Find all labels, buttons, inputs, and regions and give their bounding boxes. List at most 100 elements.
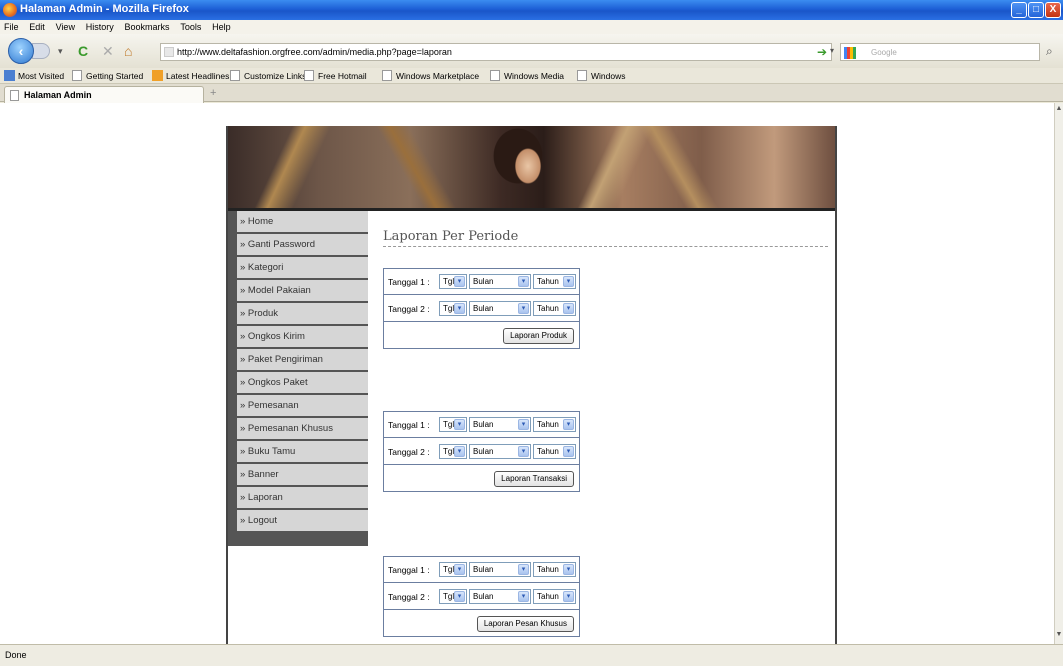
menu-help[interactable]: Help (212, 20, 231, 34)
report-form-produk: Tanggal 1 : Tgl ▾ Bulan ▾ Tahun ▾ Tanggal 2… (383, 268, 580, 349)
form-row-tanggal-2: Tanggal 2 : Tgl ▾ Bulan ▾ Tahun ▾ (384, 439, 579, 465)
menu-history[interactable]: History (86, 20, 114, 34)
menu-tools[interactable]: Tools (180, 20, 201, 34)
form-row-tanggal-2: Tanggal 2 : Tgl ▾ Bulan ▾ Tahun ▾ (384, 296, 579, 322)
tanggal-2-label: Tanggal 2 : (388, 592, 430, 602)
tgl-select[interactable]: Tgl ▾ (439, 444, 467, 459)
scroll-up-icon[interactable]: ▲ (1055, 105, 1063, 112)
chevron-down-icon: ▾ (454, 564, 465, 575)
menu-view[interactable]: View (56, 20, 75, 34)
tgl-select[interactable]: Tgl ▾ (439, 301, 467, 316)
bookmark-customize-links[interactable]: Customize Links (230, 70, 306, 82)
tahun-select[interactable]: Tahun ▾ (533, 562, 576, 577)
url-text[interactable]: http://www.deltafashion.orgfree.com/admi… (177, 47, 452, 57)
page-icon (304, 70, 314, 81)
close-button[interactable]: X (1045, 2, 1061, 18)
bookmark-windows-marketplace[interactable]: Windows Marketplace (382, 70, 479, 82)
bookmark-latest-headlines[interactable]: Latest Headlines (152, 70, 229, 82)
chevron-down-icon: ▾ (454, 303, 465, 314)
form-row-tanggal-2: Tanggal 2 : Tgl ▾ Bulan ▾ Tahun ▾ (384, 584, 579, 610)
window-title: Halaman Admin - Mozilla Firefox (20, 3, 189, 15)
new-tab-button[interactable]: + (210, 87, 216, 99)
bulan-select[interactable]: Bulan ▾ (469, 274, 531, 289)
chevron-down-icon: ▾ (518, 303, 529, 314)
search-icon[interactable]: ⌕ (1046, 44, 1053, 59)
sidebar-item-pemesanan-khusus[interactable]: » Pemesanan Khusus (237, 418, 368, 440)
stop-icon[interactable]: ✕ (102, 44, 114, 58)
sidebar-item-banner[interactable]: » Banner (237, 464, 368, 486)
report-form-transaksi: Tanggal 1 : Tgl ▾ Bulan ▾ Tahun ▾ Tanggal 2… (383, 411, 580, 492)
bookmarks-toolbar: Most Visited Getting Started Latest Head… (0, 68, 1063, 84)
sidebar-item-produk[interactable]: » Produk (237, 303, 368, 325)
maximize-button[interactable]: □ (1028, 2, 1044, 18)
bookmark-windows-media[interactable]: Windows Media (490, 70, 564, 82)
tahun-select[interactable]: Tahun ▾ (533, 274, 576, 289)
url-dropdown-icon[interactable]: ▾ (830, 44, 834, 58)
sidebar-item-ganti-password[interactable]: » Ganti Password (237, 234, 368, 256)
tahun-select[interactable]: Tahun ▾ (533, 417, 576, 432)
tgl-select[interactable]: Tgl ▾ (439, 589, 467, 604)
report-form-pesan-khusus: Tanggal 1 : Tgl ▾ Bulan ▾ Tahun ▾ Tanggal 2… (383, 556, 580, 637)
firefox-icon (3, 3, 17, 17)
search-placeholder: Google (871, 48, 897, 57)
sidebar-item-ongkos-kirim[interactable]: » Ongkos Kirim (237, 326, 368, 348)
laporan-transaksi-button[interactable]: Laporan Transaksi (494, 471, 574, 487)
sidebar-item-paket-pengiriman[interactable]: » Paket Pengiriman (237, 349, 368, 371)
chevron-down-icon: ▾ (518, 276, 529, 287)
bulan-select[interactable]: Bulan ▾ (469, 301, 531, 316)
sidebar-item-kategori[interactable]: » Kategori (237, 257, 368, 279)
laporan-produk-button[interactable]: Laporan Produk (503, 328, 574, 344)
go-icon[interactable]: ➔ (817, 45, 827, 59)
chevron-down-icon: ▾ (563, 446, 574, 457)
sidebar-item-logout[interactable]: » Logout (237, 510, 368, 532)
chevron-down-icon: ▾ (518, 564, 529, 575)
menu-edit[interactable]: Edit (29, 20, 45, 34)
sidebar-item-buku-tamu[interactable]: » Buku Tamu (237, 441, 368, 463)
title-divider (383, 246, 828, 247)
laporan-pesan-khusus-button[interactable]: Laporan Pesan Khusus (476, 616, 574, 632)
status-text: Done (5, 650, 27, 660)
forward-button[interactable] (32, 43, 50, 59)
tgl-select[interactable]: Tgl ▾ (439, 274, 467, 289)
admin-page: » Home » Ganti Password » Kategori » Mod… (226, 126, 837, 644)
tahun-select[interactable]: Tahun ▾ (533, 589, 576, 604)
tanggal-1-label: Tanggal 1 : (388, 277, 430, 287)
chevron-down-icon: ▾ (563, 591, 574, 602)
google-icon (844, 47, 856, 59)
menu-bookmarks[interactable]: Bookmarks (125, 20, 170, 34)
tab-strip: Halaman Admin + (0, 84, 1063, 103)
bulan-select[interactable]: Bulan ▾ (469, 589, 531, 604)
tanggal-1-label: Tanggal 1 : (388, 565, 430, 575)
sidebar-item-ongkos-paket[interactable]: » Ongkos Paket (237, 372, 368, 394)
url-bar[interactable]: http://www.deltafashion.orgfree.com/admi… (160, 43, 832, 61)
tahun-select[interactable]: Tahun ▾ (533, 301, 576, 316)
page-icon (490, 70, 500, 81)
search-input[interactable]: Google (840, 43, 1040, 61)
most-visited-icon (4, 70, 15, 81)
back-button[interactable]: ‹ (8, 38, 34, 64)
bulan-select[interactable]: Bulan ▾ (469, 417, 531, 432)
sidebar-item-pemesanan[interactable]: » Pemesanan (237, 395, 368, 417)
bulan-select[interactable]: Bulan ▾ (469, 444, 531, 459)
minimize-button[interactable]: _ (1011, 2, 1027, 18)
bookmark-windows[interactable]: Windows (577, 70, 625, 82)
sidebar-item-home[interactable]: » Home (237, 211, 368, 233)
bookmark-free-hotmail[interactable]: Free Hotmail (304, 70, 367, 82)
tahun-select[interactable]: Tahun ▾ (533, 444, 576, 459)
history-dropdown-icon[interactable]: ▾ (58, 44, 63, 58)
vertical-scrollbar[interactable]: ▲ ▼ (1054, 103, 1063, 644)
scroll-down-icon[interactable]: ▼ (1055, 631, 1063, 638)
menu-file[interactable]: File (4, 20, 19, 34)
tgl-select[interactable]: Tgl ▾ (439, 417, 467, 432)
tab-halaman-admin[interactable]: Halaman Admin (4, 86, 204, 103)
bulan-select[interactable]: Bulan ▾ (469, 562, 531, 577)
sidebar-menu: » Home » Ganti Password » Kategori » Mod… (228, 211, 368, 546)
bookmark-getting-started[interactable]: Getting Started (72, 70, 143, 82)
home-icon[interactable]: ⌂ (124, 44, 132, 58)
tgl-select[interactable]: Tgl ▾ (439, 562, 467, 577)
rss-icon (152, 70, 163, 81)
sidebar-item-laporan[interactable]: » Laporan (237, 487, 368, 509)
sidebar-item-model-pakaian[interactable]: » Model Pakaian (237, 280, 368, 302)
reload-icon[interactable]: C (78, 44, 88, 58)
bookmark-most-visited[interactable]: Most Visited (4, 70, 64, 82)
